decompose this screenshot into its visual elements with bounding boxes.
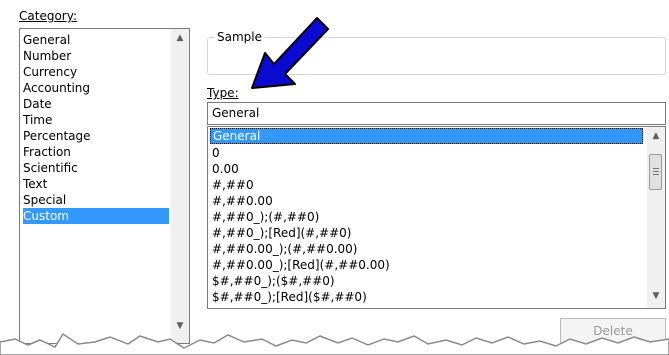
format-scrollbar[interactable]: ▲ ▼	[647, 127, 665, 308]
scroll-up-icon[interactable]: ▲	[647, 127, 665, 145]
scroll-down-icon[interactable]: ▼	[647, 287, 665, 305]
scroll-thumb[interactable]	[649, 154, 662, 190]
scroll-up-icon[interactable]: ▲	[171, 29, 189, 47]
format-item[interactable]: #,##0.00_);(#,##0.00)	[210, 241, 643, 257]
category-item-text[interactable]: Text	[23, 176, 169, 192]
category-item-special[interactable]: Special	[23, 192, 169, 208]
format-item[interactable]: #,##0_);(#,##0)	[210, 209, 643, 225]
format-list[interactable]: General 0 0.00 #,##0 #,##0.00 #,##0_);(#…	[207, 126, 666, 309]
category-list[interactable]: General Number Currency Accounting Date …	[19, 28, 190, 344]
type-input[interactable]: General	[207, 102, 666, 125]
grip-line	[653, 171, 659, 172]
format-item[interactable]: $#,##0_);($#,##0)	[210, 273, 643, 289]
category-item-percentage[interactable]: Percentage	[23, 128, 169, 144]
format-item[interactable]: General	[210, 128, 643, 144]
category-scrollbar[interactable]: ▲ ▼	[171, 29, 189, 343]
type-label-text: Type:	[207, 86, 239, 100]
torn-edge	[0, 332, 669, 355]
format-item[interactable]: #,##0.00	[210, 193, 643, 209]
category-item-custom[interactable]: Custom	[23, 208, 169, 224]
category-item-fraction[interactable]: Fraction	[23, 144, 169, 160]
category-item-currency[interactable]: Currency	[23, 64, 169, 80]
category-item-scientific[interactable]: Scientific	[23, 160, 169, 176]
type-label: Type:	[207, 86, 239, 100]
format-item[interactable]: #,##0	[210, 177, 643, 193]
category-item-general[interactable]: General	[23, 32, 169, 48]
arrow-shape	[251, 17, 329, 89]
category-label-text: Category:	[19, 9, 77, 23]
format-item[interactable]: 0.00	[210, 161, 643, 177]
category-item-accounting[interactable]: Accounting	[23, 80, 169, 96]
category-item-date[interactable]: Date	[23, 96, 169, 112]
format-item[interactable]: $#,##0_);[Red]($#,##0)	[210, 289, 643, 305]
annotation-arrow-icon	[251, 17, 329, 89]
format-item[interactable]: 0	[210, 145, 643, 161]
category-item-time[interactable]: Time	[23, 112, 169, 128]
category-label: Category:	[19, 9, 77, 23]
format-item[interactable]: #,##0_);[Red](#,##0)	[210, 225, 643, 241]
category-item-number[interactable]: Number	[23, 48, 169, 64]
format-item[interactable]: #,##0.00_);[Red](#,##0.00)	[210, 257, 643, 273]
